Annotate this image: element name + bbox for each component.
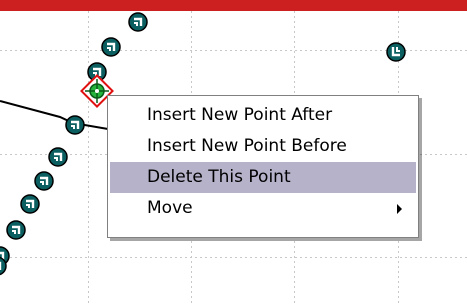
plot-canvas[interactable]: Insert New Point After Insert New Point … bbox=[0, 0, 467, 304]
menu-item-label: Insert New Point Before bbox=[147, 136, 347, 156]
menu-item-label: Delete This Point bbox=[147, 167, 291, 187]
menu-item-insert-before[interactable]: Insert New Point Before bbox=[110, 131, 416, 162]
control-point-icon[interactable] bbox=[65, 115, 85, 135]
menu-item-label: Insert New Point After bbox=[147, 105, 333, 125]
control-point-icon[interactable] bbox=[6, 220, 26, 240]
menu-item-move[interactable]: Move bbox=[110, 193, 416, 224]
menu-item-label: Move bbox=[147, 198, 193, 218]
control-point-icon[interactable] bbox=[34, 171, 54, 191]
menu-item-insert-after[interactable]: Insert New Point After bbox=[110, 100, 416, 131]
control-point-icon[interactable] bbox=[20, 194, 40, 214]
control-point-icon[interactable] bbox=[101, 37, 121, 57]
control-point-icon[interactable] bbox=[48, 147, 68, 167]
context-menu: Insert New Point After Insert New Point … bbox=[107, 95, 419, 238]
control-point-icon[interactable] bbox=[128, 12, 148, 32]
menu-item-delete-point[interactable]: Delete This Point bbox=[110, 162, 416, 193]
control-point-icon[interactable] bbox=[386, 42, 406, 62]
chevron-right-icon bbox=[397, 204, 402, 214]
curve-line bbox=[0, 100, 109, 130]
